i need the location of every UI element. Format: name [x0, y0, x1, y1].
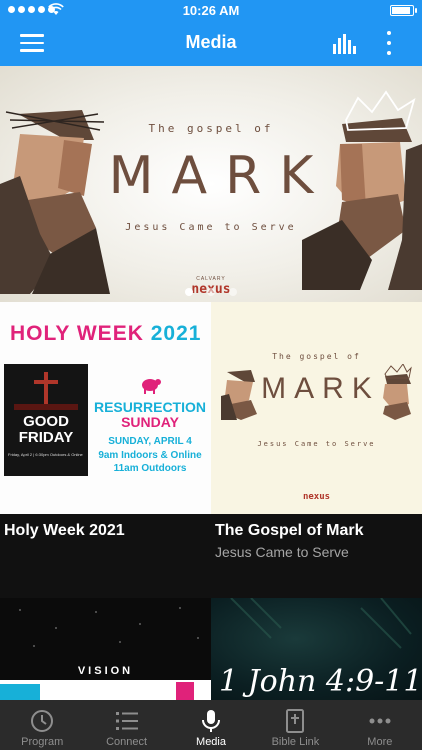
hero-title: MARK	[108, 146, 332, 206]
media-card-holy-week[interactable]: HOLY WEEK 2021 GOOD FRIDAY Friday, April…	[0, 302, 211, 598]
holy-week-heading-a: HOLY WEEK	[10, 322, 144, 345]
status-time: 10:26 AM	[182, 3, 240, 18]
good-friday-panel: GOOD FRIDAY Friday, April 2 | 6:30pm Out…	[4, 364, 88, 476]
good-friday-details: Friday, April 2 | 6:30pm Outdoors & Onli…	[8, 452, 83, 457]
mark-subtitle: Jesus Came to Serve	[257, 440, 376, 448]
1-john-artwork: 1 John 4:9-11	[211, 598, 422, 700]
tab-bible-link[interactable]: Bible Link	[253, 700, 337, 750]
mark-kicker: The gospel of	[272, 352, 361, 361]
holy-week-heading-b: 2021	[150, 322, 202, 345]
holy-week-heading: HOLY WEEK 2021	[10, 322, 201, 346]
tab-label: Bible Link	[271, 736, 320, 748]
tab-media[interactable]: Media	[169, 700, 253, 750]
carousel-dot[interactable]	[185, 288, 193, 296]
media-card-gospel-of-mark[interactable]: The gospel of MARK Jesus Came to Serve n…	[211, 302, 422, 598]
vision-sunday-graphic	[0, 607, 211, 700]
tab-label: Media	[196, 736, 226, 748]
more-options-icon[interactable]	[384, 31, 394, 55]
media-card-title: The Gospel of Mark	[215, 522, 364, 539]
carousel-dot[interactable]	[229, 288, 237, 296]
1-john-text: 1 John 4:9-11	[219, 664, 422, 699]
tab-connect[interactable]: Connect	[84, 700, 168, 750]
status-bar: 10:26 AM	[0, 0, 422, 22]
mark-artwork: The gospel of MARK Jesus Came to Serve n…	[211, 302, 422, 514]
mark-logo: nexus	[302, 492, 331, 502]
media-card-subtitle: Jesus Came to Serve	[215, 544, 349, 560]
clock-icon	[31, 710, 54, 732]
mark-title: MARK	[261, 372, 380, 405]
audio-bars-icon[interactable]	[333, 34, 357, 54]
resurrection-time-1: 9am Indoors & Online	[98, 450, 202, 461]
media-card-1-john[interactable]: 1 John 4:9-11	[211, 598, 422, 700]
more-icon	[369, 718, 391, 724]
tab-more[interactable]: More	[338, 700, 422, 750]
resurrection-title: RESURRECTION SUNDAY	[92, 400, 208, 430]
tab-bar: Program Connect Media Bible Link More	[0, 700, 422, 750]
navigation-bar: Media	[0, 22, 422, 66]
cross-icon	[14, 372, 78, 410]
holy-week-artwork: HOLY WEEK 2021 GOOD FRIDAY Friday, April…	[0, 302, 211, 514]
sunday-word: SUNDAY	[121, 414, 179, 430]
media-card-title: Holy Week 2021	[4, 522, 125, 539]
vision-sunday-artwork: VISION	[0, 598, 211, 700]
page-title: Media	[185, 32, 237, 52]
top-bar: 10:26 AM Media	[0, 0, 422, 66]
hero-subtitle: Jesus Came to Serve	[125, 222, 297, 233]
resurrection-date: SUNDAY, APRIL 4	[108, 436, 192, 447]
lamb-icon	[142, 379, 161, 394]
tab-label: Program	[21, 736, 64, 748]
media-card-vision-sunday[interactable]: VISION	[0, 598, 211, 700]
resurrection-word: RESURRECTION	[93, 399, 206, 415]
carousel-dot[interactable]	[207, 288, 215, 296]
carousel-dots	[0, 288, 422, 296]
tab-label: Connect	[106, 736, 148, 748]
tab-program[interactable]: Program	[0, 700, 84, 750]
featured-carousel[interactable]: The gospel of MARK Jesus Came to Serve C…	[0, 66, 422, 302]
battery-icon	[390, 5, 417, 16]
tab-label: More	[367, 736, 393, 748]
bible-icon	[286, 709, 305, 733]
vision-text: VISION	[77, 665, 134, 677]
good-friday-title: GOOD FRIDAY	[18, 413, 74, 446]
microphone-icon	[202, 710, 221, 732]
resurrection-time-2: 11am Outdoors	[113, 463, 187, 474]
hero-kicker: The gospel of	[148, 122, 274, 135]
list-icon	[115, 712, 138, 730]
